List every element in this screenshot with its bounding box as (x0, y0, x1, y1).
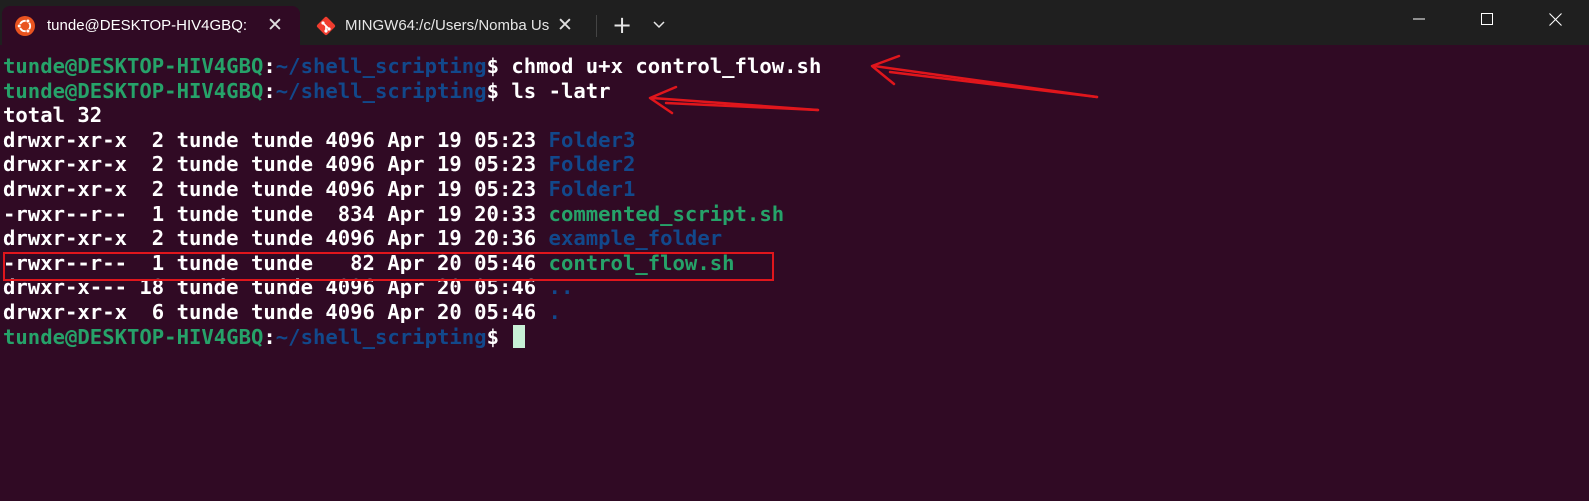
prompt-line: tunde@DESKTOP-HIV4GBQ:~/shell_scripting$ (3, 324, 821, 350)
listing-row: -rwxr--r-- 1 tunde tunde 834 Apr 19 20:3… (3, 202, 821, 227)
file-name: Folder2 (548, 152, 636, 177)
file-meta: drwxr-xr-x 2 tunde tunde 4096 Apr 19 05:… (3, 176, 549, 201)
prompt-colon: : (263, 78, 276, 103)
file-name: Folder3 (548, 127, 636, 152)
prompt-dollar: $ (486, 54, 512, 78)
prompt-colon: : (263, 324, 276, 349)
listing-row-highlighted: -rwxr--r-- 1 tunde tunde 82 Apr 20 05:46… (3, 251, 821, 276)
terminal-cursor (513, 324, 526, 348)
prompt-path: ~/shell_scripting (275, 324, 487, 349)
terminal-output: tunde@DESKTOP-HIV4GBQ:~/shell_scripting$… (3, 54, 821, 349)
listing-row: drwxr-xr-x 2 tunde tunde 4096 Apr 19 20:… (3, 226, 821, 251)
prompt-dollar: $ (486, 324, 512, 349)
file-meta: -rwxr--r-- 1 tunde tunde 834 Apr 19 20:3… (3, 201, 549, 226)
file-name: commented_script.sh (548, 201, 785, 226)
listing-total: total 32 (3, 103, 103, 128)
file-meta: -rwxr--r-- 1 tunde tunde 82 Apr 20 05:46 (3, 250, 549, 275)
file-name: example_folder (548, 226, 723, 251)
tab-dropdown-button[interactable] (648, 13, 670, 35)
git-logo-icon (316, 16, 336, 36)
listing-row: drwxr-xr-x 6 tunde tunde 4096 Apr 20 05:… (3, 300, 821, 325)
minimize-button[interactable] (1389, 0, 1449, 38)
prompt-user: tunde@DESKTOP-HIV4GBQ (3, 324, 264, 349)
tab-ubuntu[interactable]: tunde@DESKTOP-HIV4GBQ: ~ ✕ (2, 6, 300, 45)
prompt-colon: : (263, 54, 276, 78)
close-tab-icon[interactable]: ✕ (554, 14, 576, 36)
prompt-dollar: $ (486, 78, 512, 103)
prompt-path: ~/shell_scripting (275, 54, 487, 78)
file-meta: drwxr-xr-x 6 tunde tunde 4096 Apr 20 05:… (3, 299, 549, 324)
ubuntu-logo-icon (15, 16, 35, 36)
maximize-button[interactable] (1457, 0, 1517, 38)
file-meta: drwxr-xr-x 2 tunde tunde 4096 Apr 19 05:… (3, 127, 549, 152)
file-name: control_flow.sh (548, 250, 735, 275)
close-icon (1548, 12, 1562, 26)
close-window-button[interactable] (1525, 0, 1585, 38)
file-name: .. (548, 275, 574, 300)
file-meta: drwxr-xr-x 2 tunde tunde 4096 Apr 19 20:… (3, 226, 549, 251)
file-meta: drwxr-xr-x 2 tunde tunde 4096 Apr 19 05:… (3, 152, 549, 177)
listing-row: drwxr-xr-x 2 tunde tunde 4096 Apr 19 05:… (3, 128, 821, 153)
close-tab-icon[interactable]: ✕ (264, 14, 286, 36)
prompt-path: ~/shell_scripting (275, 78, 487, 103)
minimize-icon (1413, 18, 1425, 20)
listing-row: drwxr-xr-x 2 tunde tunde 4096 Apr 19 05:… (3, 177, 821, 202)
command-line: tunde@DESKTOP-HIV4GBQ:~/shell_scripting$… (3, 79, 821, 104)
chevron-down-icon (653, 21, 665, 29)
new-tab-button[interactable]: + (609, 12, 635, 38)
command-line: tunde@DESKTOP-HIV4GBQ:~/shell_scripting$… (3, 54, 821, 79)
tab-separator (596, 15, 597, 37)
listing-row: drwxr-x--- 18 tunde tunde 4096 Apr 20 05… (3, 275, 821, 300)
file-name: Folder1 (548, 176, 636, 201)
file-meta: drwxr-x--- 18 tunde tunde 4096 Apr 20 05… (3, 275, 549, 300)
prompt-user: tunde@DESKTOP-HIV4GBQ (3, 78, 264, 103)
tab-title: tunde@DESKTOP-HIV4GBQ: ~ (47, 17, 247, 34)
file-name: . (548, 299, 561, 324)
maximize-icon (1481, 13, 1493, 25)
listing-row: drwxr-xr-x 2 tunde tunde 4096 Apr 19 05:… (3, 152, 821, 177)
tab-mingw64[interactable]: MINGW64:/c/Users/Nomba Us ✕ (303, 6, 590, 45)
title-bar: tunde@DESKTOP-HIV4GBQ: ~ ✕ MINGW64:/c/Us… (0, 0, 1589, 45)
command-text: ls -latr (511, 78, 611, 103)
command-text: chmod u+x control_flow.sh (511, 54, 822, 78)
prompt-user: tunde@DESKTOP-HIV4GBQ (3, 54, 264, 78)
tab-title: MINGW64:/c/Users/Nomba Us (345, 17, 550, 34)
